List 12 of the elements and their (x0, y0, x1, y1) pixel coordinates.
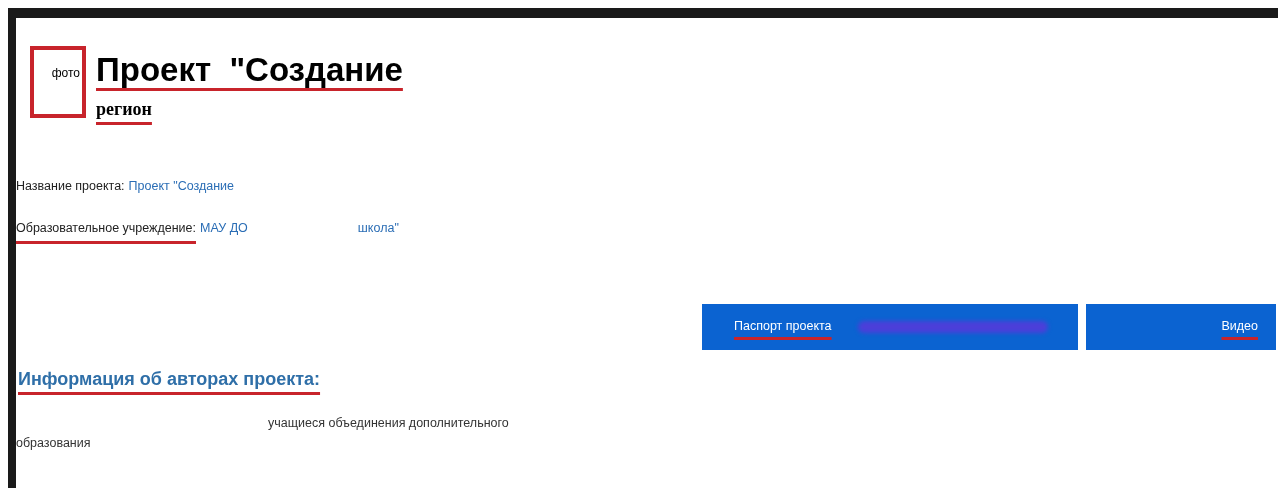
field-value: Проект "Создание (128, 178, 235, 195)
authors-description: учащиеся объединения дополнительного образования (16, 414, 510, 452)
field-label: Образовательное учреждение: (16, 218, 197, 244)
field-value: школа" (357, 219, 399, 237)
region-label: регион (96, 98, 152, 121)
authors-heading: Информация об авторах проекта: (18, 367, 321, 391)
photo-label: фото (51, 65, 80, 82)
project-title: Проект "Создание (96, 50, 403, 90)
link-button[interactable]: Видео (1086, 303, 1276, 350)
link-button[interactable]: Паспорт проекта (702, 303, 1078, 350)
field-label: Название проекта: (16, 178, 125, 195)
field-value: МАУ ДО (200, 219, 248, 237)
